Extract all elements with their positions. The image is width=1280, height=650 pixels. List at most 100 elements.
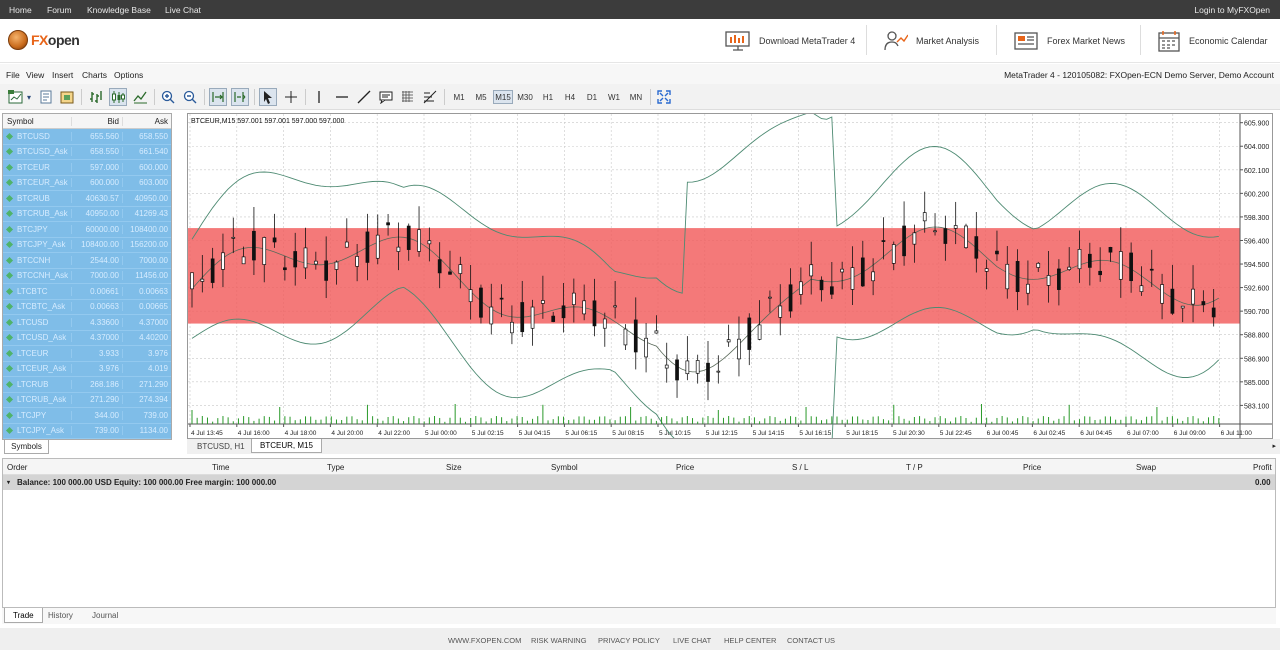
market-watch-row[interactable]: LTCEUR 3.933 3.976 [3, 346, 171, 362]
menu-options[interactable]: Options [114, 70, 143, 80]
new-chart-icon[interactable] [5, 88, 27, 106]
footer-link-live-chat[interactable]: LIVE CHAT [673, 636, 711, 645]
fibonacci-retracement-icon[interactable] [421, 88, 439, 106]
profiles-icon[interactable] [38, 88, 54, 106]
col-price[interactable]: Price [676, 463, 694, 472]
market-watch-row[interactable]: BTCJPY 60000.00 108400.00 [3, 222, 171, 238]
timeframe-m1[interactable]: M1 [450, 90, 468, 104]
footer-link-help-center[interactable]: HELP CENTER [724, 636, 776, 645]
price-chart[interactable]: 605.900 604.000 602.100 600.200 598.300 596.4… [188, 111, 1272, 563]
footer-link-contact-us[interactable]: CONTACT US [787, 636, 835, 645]
scroll-right-icon[interactable]: ▸ [1272, 442, 1276, 450]
nav-link-forum[interactable]: Forum [47, 5, 72, 15]
tab-trade[interactable]: Trade [4, 608, 43, 623]
market-watch-row[interactable]: BTCEUR 597.000 600.000 [3, 160, 171, 176]
text-label-icon[interactable] [377, 88, 395, 106]
footer-link-risk-warning[interactable]: RISK WARNING [531, 636, 587, 645]
market-watch-row[interactable]: LTCRUB_Ask 271.290 274.394 [3, 392, 171, 408]
line-chart-icon[interactable] [131, 88, 149, 106]
timeframe-d1[interactable]: D1 [583, 90, 601, 104]
col-type[interactable]: Type [327, 463, 344, 472]
zoom-in-icon[interactable] [159, 88, 177, 106]
tab-btceur-m15[interactable]: BTCEUR, M15 [251, 439, 322, 453]
col-swap[interactable]: Swap [1136, 463, 1156, 472]
chart-shift-icon[interactable] [231, 88, 249, 106]
menu-file[interactable]: File [6, 70, 20, 80]
download-mt4-button[interactable]: Download MetaTrader 4 [725, 27, 855, 55]
market-watch-row[interactable]: BTCCNH_Ask 7000.00 11456.00 [3, 268, 171, 284]
economic-calendar-button[interactable]: Economic Calendar [1157, 27, 1268, 55]
col-symbol[interactable]: Symbol [3, 117, 71, 126]
price-label: 605.900 [1244, 121, 1269, 128]
candlestick-chart-icon[interactable] [109, 88, 127, 106]
fullscreen-icon[interactable] [655, 88, 673, 106]
market-watch-row[interactable]: BTCJPY_Ask 108400.00 156200.00 [3, 237, 171, 253]
col-ask[interactable]: Ask [122, 116, 171, 126]
timeframe-h1[interactable]: H1 [539, 90, 557, 104]
market-watch-row[interactable]: BTCUSD 655.560 658.550 [3, 129, 171, 145]
col-bid[interactable]: Bid [71, 116, 122, 126]
candle-body [520, 302, 525, 333]
tab-history[interactable]: History [40, 608, 81, 623]
market-watch-row[interactable]: BTCEUR_Ask 600.000 603.000 [3, 175, 171, 191]
cursor-icon[interactable] [259, 88, 277, 106]
market-watch-row[interactable]: BTCCNH 2544.00 7000.00 [3, 253, 171, 269]
market-watch-row[interactable]: LTCUSD_Ask 4.37000 4.40200 [3, 330, 171, 346]
market-analysis-button[interactable]: Market Analysis [884, 27, 979, 55]
col-tp[interactable]: T / P [906, 463, 923, 472]
col-price-current[interactable]: Price [1023, 463, 1041, 472]
col-time[interactable]: Time [212, 463, 229, 472]
row-ask: 40950.00 [122, 193, 171, 203]
fibonacci-channel-icon[interactable] [399, 88, 417, 106]
menu-insert[interactable]: Insert [52, 70, 73, 80]
timeframe-m15[interactable]: M15 [493, 90, 513, 104]
bar-chart-icon[interactable] [87, 88, 105, 106]
nav-link-home[interactable]: Home [9, 5, 32, 15]
timeframe-m30[interactable]: M30 [515, 90, 535, 104]
col-order[interactable]: Order [7, 463, 27, 472]
market-watch-row[interactable]: BTCRUB 40630.57 40950.00 [3, 191, 171, 207]
menu-charts[interactable]: Charts [82, 70, 107, 80]
market-watch-row[interactable]: LTCBTC 0.00661 0.00663 [3, 284, 171, 300]
menu-view[interactable]: View [26, 70, 44, 80]
timeframe-w1[interactable]: W1 [605, 90, 623, 104]
timeframe-mn[interactable]: MN [627, 90, 645, 104]
market-watch-row[interactable]: LTCJPY 344.00 739.00 [3, 408, 171, 424]
dropdown-arrow-icon[interactable]: ▾ [25, 88, 33, 106]
timeframe-h4[interactable]: H4 [561, 90, 579, 104]
footer-link-privacy-policy[interactable]: PRIVACY POLICY [598, 636, 660, 645]
crosshair-icon[interactable] [282, 88, 300, 106]
auto-scroll-icon[interactable] [209, 88, 227, 106]
time-label: 5 Jul 02:15 [472, 430, 504, 437]
col-symbol[interactable]: Symbol [551, 463, 578, 472]
nav-link-live-chat[interactable]: Live Chat [165, 5, 201, 15]
fxopen-logo[interactable]: FXopen [8, 30, 80, 50]
market-watch-row[interactable]: BTCRUB_Ask 40950.00 41269.43 [3, 206, 171, 222]
col-sl[interactable]: S / L [792, 463, 808, 472]
tab-symbols[interactable]: Symbols [4, 440, 49, 454]
login-link[interactable]: Login to MyFXOpen [1194, 5, 1270, 15]
horizontal-line-icon[interactable] [333, 88, 351, 106]
candle-body [324, 260, 329, 281]
data-window-icon[interactable] [59, 88, 75, 106]
collapse-icon[interactable]: ▾ [7, 479, 10, 486]
forex-news-button[interactable]: Forex Market News [1013, 27, 1125, 55]
timeframe-m5[interactable]: M5 [472, 90, 490, 104]
vertical-line-icon[interactable] [310, 88, 328, 106]
col-size[interactable]: Size [446, 463, 462, 472]
tab-btcusd-h1[interactable]: BTCUSD, H1 [189, 439, 253, 453]
col-profit[interactable]: Profit [1253, 463, 1272, 472]
zoom-out-icon[interactable] [181, 88, 199, 106]
market-watch-row[interactable]: LTCUSD 4.33600 4.37000 [3, 315, 171, 331]
tab-journal[interactable]: Journal [84, 608, 126, 623]
market-watch-row[interactable]: LTCEUR_Ask 3.976 4.019 [3, 361, 171, 377]
footer-link-website[interactable]: WWW.FXOPEN.COM [448, 636, 521, 645]
market-watch-row[interactable]: LTCJPY_Ask 739.00 1134.00 [3, 423, 171, 439]
nav-link-knowledge-base[interactable]: Knowledge Base [87, 5, 151, 15]
economic-calendar-label: Economic Calendar [1189, 36, 1268, 46]
chart-window[interactable]: 605.900 604.000 602.100 600.200 598.300 596.4… [187, 111, 1273, 563]
market-watch-row[interactable]: LTCRUB 268.186 271.290 [3, 377, 171, 393]
market-watch-row[interactable]: BTCUSD_Ask 658.550 661.540 [3, 144, 171, 160]
market-watch-row[interactable]: LTCBTC_Ask 0.00663 0.00665 [3, 299, 171, 315]
trendline-icon[interactable] [355, 88, 373, 106]
